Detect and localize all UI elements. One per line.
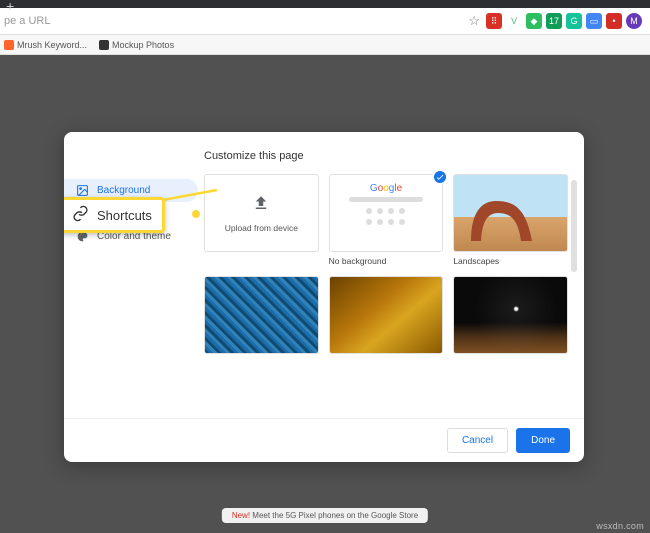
tile-geometric[interactable] — [204, 276, 319, 354]
dialog-sidebar: Background Shortcuts Shortcuts — [64, 150, 204, 418]
bookmark-mockup[interactable]: Mockup Photos — [99, 40, 174, 50]
highlight-dot-icon — [192, 210, 200, 218]
no-bg-preview: Google — [330, 175, 443, 251]
ext-lastpass[interactable]: • — [606, 13, 622, 29]
tile-label: Landscapes — [453, 256, 568, 266]
scrollbar[interactable] — [571, 180, 577, 272]
ext-avatar[interactable]: M — [626, 13, 642, 29]
new-tab-icon[interactable]: + — [0, 0, 20, 14]
tile-label: Upload from device — [225, 223, 298, 233]
shortcuts-callout: Shortcuts — [64, 197, 165, 233]
tab-strip: + — [0, 0, 650, 8]
link-icon — [72, 205, 89, 225]
promo-prefix: New! — [232, 511, 250, 520]
watermark: wsxdn.com — [596, 521, 644, 531]
tile-label: No background — [329, 256, 444, 266]
url-input[interactable]: pe a URL — [0, 15, 468, 27]
bookmarks-bar: Mrush Keyword... Mockup Photos — [0, 35, 650, 55]
promo-text: Meet the 5G Pixel phones on the Google S… — [250, 511, 418, 520]
dialog-title: Customize this page — [204, 150, 568, 162]
bookmark-label: Mrush Keyword... — [17, 40, 87, 50]
tile-upload[interactable]: Upload from device — [204, 174, 319, 266]
promo-banner[interactable]: New! Meet the 5G Pixel phones on the Goo… — [222, 508, 428, 523]
bookmark-semrush[interactable]: Mrush Keyword... — [4, 40, 87, 50]
dialog-content: Customize this page Upload from device G… — [204, 150, 580, 418]
dialog-footer: Cancel Done — [64, 418, 584, 462]
upload-icon — [252, 194, 270, 217]
bookmark-label: Mockup Photos — [112, 40, 174, 50]
ext-translate[interactable]: ⠿ — [486, 13, 502, 29]
tile-landscapes[interactable]: Landscapes — [453, 174, 568, 266]
tile-night[interactable] — [453, 276, 568, 354]
ext-grammarly[interactable]: G — [566, 13, 582, 29]
callout-label: Shortcuts — [97, 208, 152, 223]
cancel-button[interactable]: Cancel — [447, 428, 508, 453]
extension-icons: ⠿V◆17G▭•M — [486, 13, 642, 29]
arch-icon — [466, 193, 536, 243]
ext-badge1[interactable]: 17 — [546, 13, 562, 29]
omnibox: pe a URL ☆ ⠿V◆17G▭•M — [0, 8, 650, 35]
bookmark-star-icon[interactable]: ☆ — [468, 13, 480, 29]
tile-no-background[interactable]: Google No background — [329, 174, 444, 266]
background-tiles: Upload from device Google No back — [204, 174, 568, 354]
ext-chat[interactable]: ▭ — [586, 13, 602, 29]
image-icon — [76, 184, 89, 197]
customize-dialog: Background Shortcuts Shortcuts — [64, 132, 584, 462]
google-logo: Google — [370, 183, 402, 194]
checkmark-icon — [432, 169, 448, 185]
ext-vue[interactable]: V — [506, 13, 522, 29]
bookmark-icon — [4, 40, 14, 50]
done-button[interactable]: Done — [516, 428, 570, 453]
sidebar-item-shortcuts[interactable]: Shortcuts Shortcuts — [64, 202, 198, 225]
ext-evernote[interactable]: ◆ — [526, 13, 542, 29]
tile-texture[interactable] — [329, 276, 444, 354]
bookmark-icon — [99, 40, 109, 50]
